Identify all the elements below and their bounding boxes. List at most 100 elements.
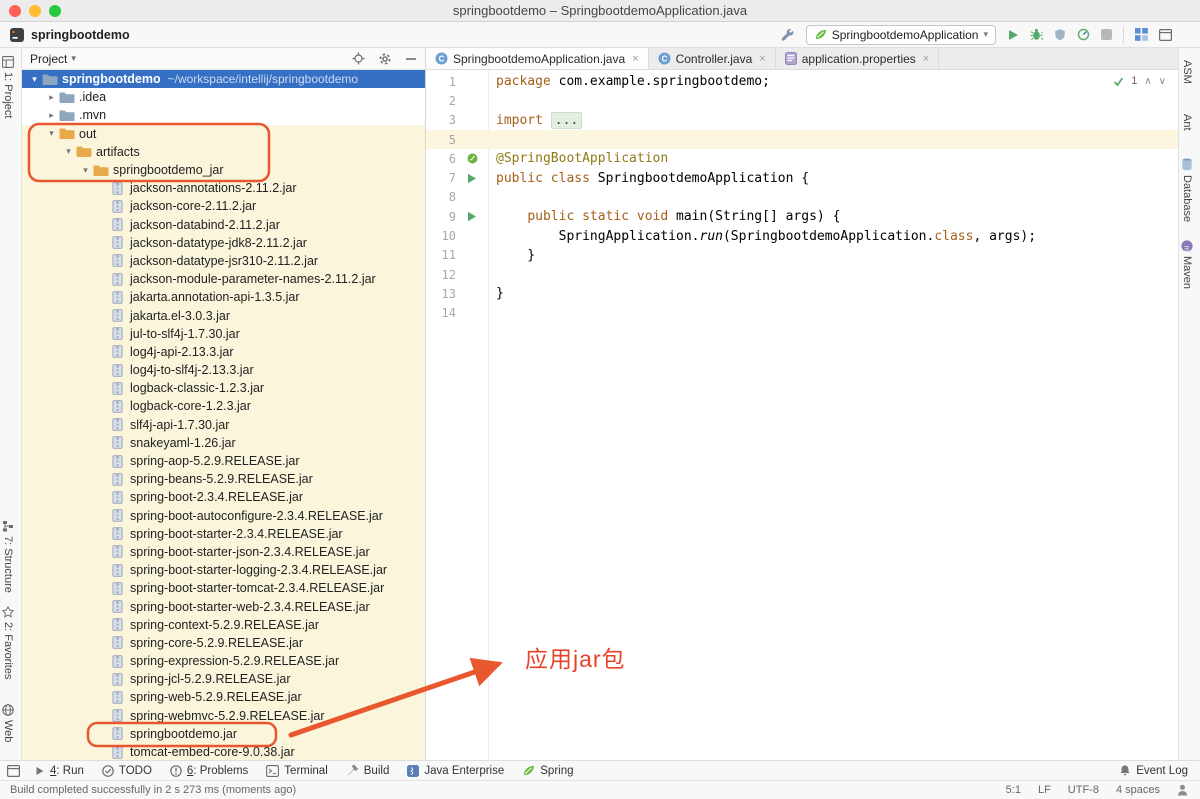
tool-window-button-todo[interactable]: TODO	[93, 761, 161, 780]
tree-item[interactable]: jackson-databind-2.11.2.jar	[22, 216, 425, 234]
code-editor[interactable]: 1package com.example.springbootdemo;23im…	[426, 70, 1178, 760]
tool-window-button-4-run[interactable]: 4: Run	[26, 761, 93, 780]
code-line[interactable]: 2	[426, 91, 1178, 110]
code-line[interactable]: 6@SpringBootApplication	[426, 149, 1178, 168]
tree-item[interactable]: log4j-api-2.13.3.jar	[22, 343, 425, 361]
tree-item[interactable]: jakarta.annotation-api-1.3.5.jar	[22, 288, 425, 306]
tree-item[interactable]: jackson-module-parameter-names-2.11.2.ja…	[22, 270, 425, 288]
inspection-widget[interactable]: 1 ∧ ∨	[1113, 75, 1166, 87]
status-item[interactable]: 5:1	[1006, 784, 1021, 796]
tree-item[interactable]: slf4j-api-1.7.30.jar	[22, 416, 425, 434]
tool-window-button-build[interactable]: Build	[337, 761, 399, 780]
run-config-selector[interactable]: SpringbootdemoApplication ▾	[806, 25, 996, 45]
tree-item[interactable]: spring-boot-starter-logging-2.3.4.RELEAS…	[22, 561, 425, 579]
gear-icon[interactable]	[378, 52, 392, 66]
fullscreen-window-button[interactable]	[49, 5, 61, 17]
tree-item[interactable]: spring-webmvc-5.2.9.RELEASE.jar	[22, 707, 425, 725]
code-line[interactable]: 12	[426, 265, 1178, 284]
tree-item[interactable]: ▸.idea	[22, 88, 425, 106]
tree-item[interactable]: tomcat-embed-core-9.0.38.jar	[22, 743, 425, 760]
editor-tab[interactable]: CSpringbootdemoApplication.java×	[426, 48, 649, 69]
tool-button-asm[interactable]: ASM	[1181, 60, 1193, 84]
run-gutter-icon[interactable]	[467, 211, 477, 222]
tool-button-2-favorites[interactable]: 2: Favorites	[2, 606, 14, 679]
wrench-icon[interactable]	[780, 27, 795, 42]
status-item[interactable]: 4 spaces	[1116, 784, 1160, 796]
tool-window-icon[interactable]	[1159, 29, 1172, 41]
chevron-down-icon[interactable]: ▾	[71, 53, 76, 64]
tree-item[interactable]: jakarta.el-3.0.3.jar	[22, 306, 425, 324]
tree-item[interactable]: jackson-datatype-jdk8-2.11.2.jar	[22, 234, 425, 252]
project-tree[interactable]: ▾springbootdemo~/workspace/intellij/spri…	[22, 70, 425, 760]
code-line[interactable]: 11 }	[426, 246, 1178, 265]
code-line[interactable]: 10 SpringApplication.run(SpringbootdemoA…	[426, 226, 1178, 245]
chevron-down-icon[interactable]: ▾	[28, 74, 41, 85]
tool-window-button-java-enterprise[interactable]: Java Enterprise	[398, 761, 513, 780]
tree-item[interactable]: springbootdemo.jar	[22, 725, 425, 743]
close-icon[interactable]: ×	[759, 53, 765, 65]
tree-item[interactable]: log4j-to-slf4j-2.13.3.jar	[22, 361, 425, 379]
tool-window-button-terminal[interactable]: Terminal	[257, 761, 336, 780]
tool-button-database[interactable]: Database	[1181, 158, 1193, 222]
tree-item[interactable]: spring-context-5.2.9.RELEASE.jar	[22, 616, 425, 634]
tool-window-button-spring[interactable]: Spring	[513, 761, 582, 780]
code-line[interactable]: 14	[426, 304, 1178, 323]
tree-item[interactable]: spring-web-5.2.9.RELEASE.jar	[22, 688, 425, 706]
tool-window-button-6-problems[interactable]: 6: Problems	[161, 761, 257, 780]
chevron-down-icon[interactable]: ▾	[62, 146, 75, 157]
code-line[interactable]: 13}	[426, 284, 1178, 303]
layout-grid-icon[interactable]	[1135, 28, 1148, 41]
tree-item[interactable]: spring-boot-starter-web-2.3.4.RELEASE.ja…	[22, 597, 425, 615]
tree-item[interactable]: ▾out	[22, 125, 425, 143]
run-gutter-icon[interactable]	[467, 173, 477, 184]
code-line[interactable]: 9 public static void main(String[] args)…	[426, 207, 1178, 226]
status-item[interactable]: UTF-8	[1068, 784, 1099, 796]
tree-item[interactable]: jul-to-slf4j-1.7.30.jar	[22, 325, 425, 343]
tool-button-ant[interactable]: Ant	[1181, 114, 1193, 131]
tree-item[interactable]: ▾springbootdemo_jar	[22, 161, 425, 179]
chevron-down-icon[interactable]: ▾	[45, 128, 58, 139]
chevron-up-icon[interactable]: ∧	[1144, 76, 1151, 87]
editor-tab[interactable]: application.properties×	[776, 48, 940, 69]
chevron-right-icon[interactable]: ▸	[45, 110, 58, 121]
tree-item[interactable]: logback-classic-1.2.3.jar	[22, 379, 425, 397]
editor-tab[interactable]: CController.java×	[649, 48, 776, 69]
debug-button[interactable]	[1030, 28, 1043, 41]
chevron-down-icon[interactable]: ∨	[1159, 76, 1166, 87]
profiler-button[interactable]	[1077, 28, 1090, 41]
close-window-button[interactable]	[9, 5, 21, 17]
tool-window-switcher-icon[interactable]	[7, 765, 20, 777]
tool-button-web[interactable]: Web	[2, 704, 14, 742]
tree-item[interactable]: spring-expression-5.2.9.RELEASE.jar	[22, 652, 425, 670]
run-button[interactable]	[1007, 29, 1019, 41]
event-log-button[interactable]: Event Log	[1110, 761, 1200, 780]
tree-item[interactable]: spring-boot-starter-tomcat-2.3.4.RELEASE…	[22, 579, 425, 597]
chevron-right-icon[interactable]: ▸	[45, 92, 58, 103]
chevron-down-icon[interactable]: ▾	[79, 165, 92, 176]
close-icon[interactable]: ×	[632, 53, 638, 65]
tree-item[interactable]: jackson-core-2.11.2.jar	[22, 197, 425, 215]
code-line[interactable]: 1package com.example.springbootdemo;	[426, 72, 1178, 91]
locate-file-icon[interactable]	[352, 52, 365, 65]
code-line[interactable]: 7public class SpringbootdemoApplication …	[426, 168, 1178, 187]
hide-panel-icon[interactable]	[405, 53, 417, 65]
tree-item[interactable]: ▾artifacts	[22, 143, 425, 161]
spring-bean-icon[interactable]	[467, 153, 478, 164]
tree-item[interactable]: logback-core-1.2.3.jar	[22, 397, 425, 415]
tool-button-7-structure[interactable]: 7: Structure	[2, 520, 14, 593]
tree-item[interactable]: spring-boot-autoconfigure-2.3.4.RELEASE.…	[22, 507, 425, 525]
status-item[interactable]: LF	[1038, 784, 1051, 796]
tree-item[interactable]: spring-boot-starter-json-2.3.4.RELEASE.j…	[22, 543, 425, 561]
tree-item[interactable]: snakeyaml-1.26.jar	[22, 434, 425, 452]
code-line[interactable]: 5	[426, 130, 1178, 149]
coverage-button[interactable]	[1054, 28, 1066, 41]
tree-item[interactable]: jackson-annotations-2.11.2.jar	[22, 179, 425, 197]
close-icon[interactable]: ×	[923, 53, 929, 65]
tool-button-maven[interactable]: mMaven	[1181, 240, 1193, 289]
code-line[interactable]: 8	[426, 188, 1178, 207]
tree-item[interactable]: spring-beans-5.2.9.RELEASE.jar	[22, 470, 425, 488]
tree-item[interactable]: spring-aop-5.2.9.RELEASE.jar	[22, 452, 425, 470]
tree-item[interactable]: spring-jcl-5.2.9.RELEASE.jar	[22, 670, 425, 688]
inspections-profile-icon[interactable]	[1177, 784, 1188, 796]
tree-item[interactable]: spring-core-5.2.9.RELEASE.jar	[22, 634, 425, 652]
